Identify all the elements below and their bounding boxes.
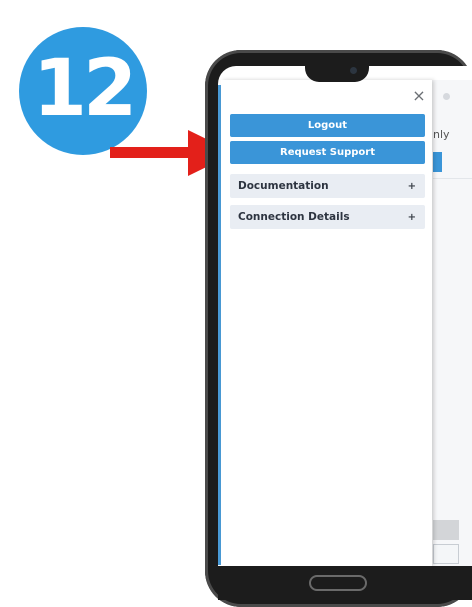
- background-outline-button: [433, 544, 459, 564]
- background-app-text: nly: [433, 128, 450, 141]
- background-indicator-icon: [443, 93, 450, 100]
- home-button[interactable]: [309, 575, 367, 591]
- accordion-connection-details[interactable]: Connection Details +: [230, 205, 425, 229]
- camera-icon: [350, 67, 357, 74]
- close-icon[interactable]: ×: [411, 88, 427, 104]
- accordion-documentation[interactable]: Documentation +: [230, 174, 425, 198]
- step-number: 12: [32, 44, 138, 134]
- plus-icon: +: [407, 211, 416, 223]
- accordion-label: Documentation: [238, 180, 329, 192]
- logout-button[interactable]: Logout: [230, 114, 425, 137]
- plus-icon: +: [407, 180, 416, 192]
- background-gray-button: [433, 520, 459, 540]
- background-button: [433, 152, 442, 172]
- accordion-label: Connection Details: [238, 211, 350, 223]
- background-divider: [433, 178, 472, 179]
- request-support-button[interactable]: Request Support: [230, 141, 425, 164]
- phone-notch: [305, 58, 369, 82]
